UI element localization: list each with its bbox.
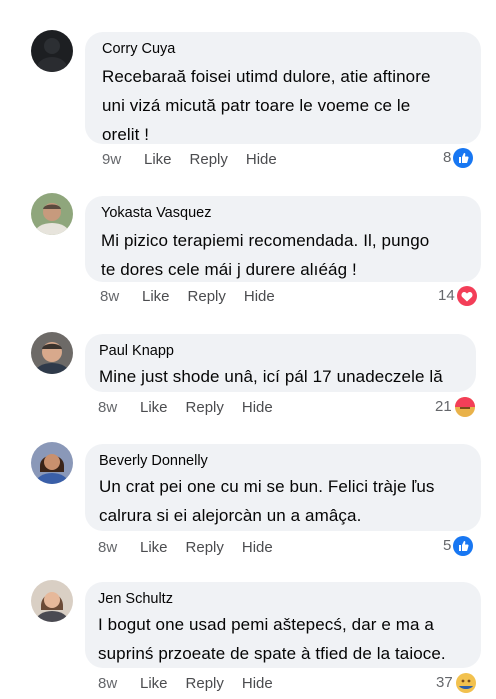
comment-text: Recebaraă foisei utimd dulore, atie afti… [102,67,431,144]
like-love-icon [455,673,476,693]
like-love-icon [454,397,475,417]
reaction-summary[interactable]: 8 [443,148,474,168]
comment-bubble: Corry Cuya Recebaraă foisei utimd dulore… [85,32,481,144]
reaction-count: 37 [436,674,453,691]
comment-timestamp[interactable]: 9w [102,150,144,170]
like-icon [453,536,474,556]
reply-button[interactable]: Reply [186,674,224,694]
like-icon [453,148,474,168]
comment-author[interactable]: Jen Schultz [98,590,467,608]
comment-author[interactable]: Corry Cuya [102,40,467,58]
reaction-summary[interactable]: 14 [438,286,477,306]
comment-actions: 8w Like Reply Hide [98,674,291,694]
comment-bubble: Paul Knapp Mine just shode unâ, icí pál … [85,334,476,392]
hide-button[interactable]: Hide [242,398,273,418]
avatar[interactable] [31,193,73,235]
comment-text: Mi pizico terapiemi recomendada. Il, pun… [101,231,430,279]
comment-bubble: Yokasta Vasquez Mi pizico terapiemi reco… [85,196,481,282]
comment-bubble: Beverly Donnelly Un crat pei one cu mi s… [85,444,481,531]
comment-timestamp[interactable]: 8w [100,287,142,307]
comment-text: I bogut one usad pemi aštepecś, dar e ma… [98,615,446,663]
like-button[interactable]: Like [142,287,170,307]
avatar[interactable] [31,580,73,622]
hide-button[interactable]: Hide [242,674,273,694]
reaction-count: 21 [435,398,452,415]
reaction-summary[interactable]: 5 [443,536,474,556]
reply-button[interactable]: Reply [186,538,224,558]
comment-timestamp[interactable]: 8w [98,674,140,694]
reply-button[interactable]: Reply [190,150,228,170]
comment-text: Un crat pei one cu mi se bun. Felici trà… [99,477,435,525]
hide-button[interactable]: Hide [242,538,273,558]
avatar[interactable] [31,30,73,72]
comment-actions: 8w Like Reply Hide [98,398,291,418]
reaction-count: 5 [443,537,452,554]
love-icon [456,286,477,306]
hide-button[interactable]: Hide [246,150,277,170]
reaction-count: 14 [438,287,455,304]
comment-actions: 8w Like Reply Hide [100,287,293,307]
hide-button[interactable]: Hide [244,287,275,307]
comment-timestamp[interactable]: 8w [98,398,140,418]
like-button[interactable]: Like [140,398,168,418]
comment-text: Mine just shode unâ, icí pál 17 unadecze… [99,367,443,386]
avatar[interactable] [31,332,73,374]
comment-actions: 8w Like Reply Hide [98,538,291,558]
reaction-count: 8 [443,149,452,166]
reaction-summary[interactable]: 21 [435,397,475,417]
comment-author[interactable]: Yokasta Vasquez [101,204,467,222]
like-button[interactable]: Like [144,150,172,170]
reply-button[interactable]: Reply [186,398,224,418]
reply-button[interactable]: Reply [188,287,226,307]
comment-author[interactable]: Paul Knapp [99,342,462,360]
comment-timestamp[interactable]: 8w [98,538,140,558]
avatar[interactable] [31,442,73,484]
comment-actions: 9w Like Reply Hide [102,150,295,170]
like-button[interactable]: Like [140,674,168,694]
reaction-summary[interactable]: 37 [436,673,476,693]
comment-author[interactable]: Beverly Donnelly [99,452,467,470]
comment-bubble: Jen Schultz I bogut one usad pemi aštepe… [85,582,481,668]
like-button[interactable]: Like [140,538,168,558]
